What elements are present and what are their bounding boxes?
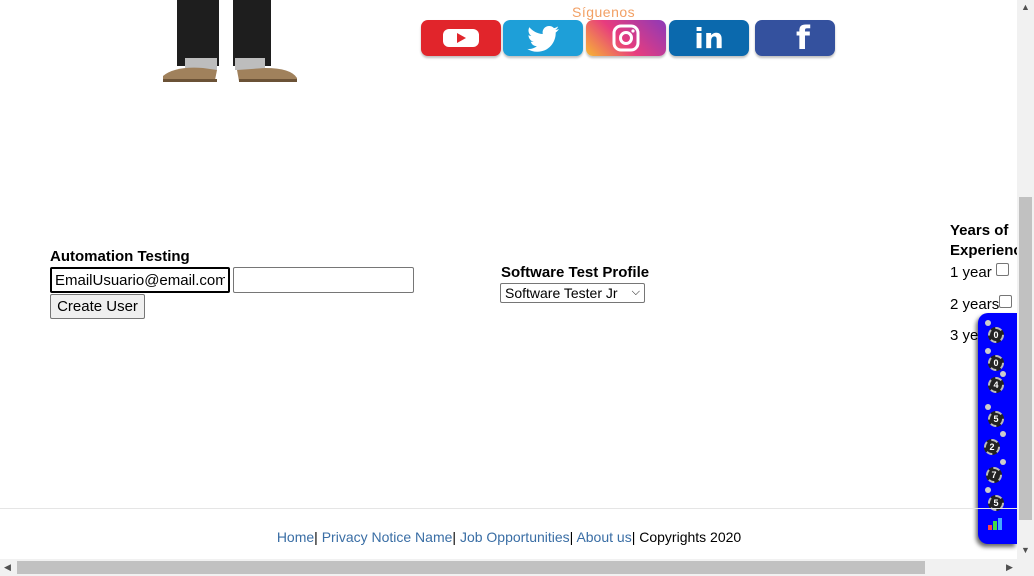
year-option-2-label: 2 years — [950, 296, 1000, 313]
counter-dot — [985, 487, 991, 493]
linkedin-icon[interactable]: in — [669, 20, 749, 56]
youtube-icon[interactable] — [421, 20, 501, 56]
twitter-icon[interactable] — [503, 20, 583, 56]
footer-link-about[interactable]: About us — [576, 529, 631, 545]
footer-link-privacy[interactable]: Privacy Notice Name — [322, 529, 453, 545]
follow-us-label: Síguenos — [572, 4, 636, 20]
scroll-up-icon[interactable]: ▲ — [1021, 2, 1030, 12]
year-option-3-label: 3 ye — [950, 327, 979, 344]
profile-select[interactable]: Software Tester Jr ⌵ — [500, 283, 645, 303]
year-2-checkbox[interactable] — [999, 295, 1013, 308]
footer-separator: | — [569, 529, 574, 545]
year-1-checkbox[interactable] — [995, 263, 1009, 276]
counter-dot — [985, 320, 991, 326]
counter-gear-icon: 4 — [988, 377, 1004, 393]
scroll-right-icon[interactable]: ▶ — [1006, 562, 1013, 573]
create-user-button[interactable]: Create User — [50, 294, 145, 319]
software-test-profile-title: Software Test Profile — [501, 264, 650, 281]
counter-dot — [985, 404, 991, 410]
scroll-down-icon[interactable]: ▼ — [1021, 545, 1030, 555]
facebook-text: f — [796, 19, 810, 57]
instagram-icon[interactable] — [586, 20, 666, 56]
footer-separator: | — [314, 529, 318, 545]
year-option-1-label: 1 year — [950, 264, 992, 281]
counter-dot — [1000, 431, 1006, 437]
footer-separator: | — [452, 529, 457, 545]
counter-gear-icon: 0 — [988, 355, 1004, 371]
email-input[interactable] — [50, 267, 230, 293]
counter-dot — [985, 348, 991, 354]
footer-divider — [0, 508, 1018, 509]
counter-dot — [1000, 371, 1006, 377]
horizontal-scroll-thumb[interactable] — [17, 561, 925, 574]
counter-dot — [1000, 459, 1006, 465]
footer-copyright: Copyrights 2020 — [639, 529, 742, 545]
year-option-2: 2 years — [950, 295, 1013, 313]
linkedin-text: in — [694, 21, 724, 55]
year-option-1: 1 year — [950, 263, 1009, 281]
counter-gear-icon: 7 — [986, 467, 1002, 483]
visitor-counter-widget[interactable]: 0 0 4 5 2 7 5 — [978, 313, 1017, 544]
profile-select-value: Software Tester Jr — [505, 285, 618, 301]
footer-link-home[interactable]: Home — [277, 529, 314, 545]
facebook-icon[interactable]: f — [755, 19, 835, 57]
counter-gear-icon: 2 — [984, 439, 1000, 455]
counter-gear-icon: 0 — [988, 327, 1004, 343]
footer: Home| Privacy Notice Name| Job Opportuni… — [0, 529, 1018, 545]
scroll-left-icon[interactable]: ◀ — [4, 562, 11, 573]
footer-link-jobs[interactable]: Job Opportunities — [460, 529, 570, 545]
year-option-3: 3 ye — [950, 327, 978, 344]
person-illustration — [163, 0, 297, 82]
vertical-scroll-thumb[interactable] — [1019, 197, 1032, 520]
chevron-down-icon: ⌵ — [631, 286, 640, 298]
automation-testing-title: Automation Testing — [50, 248, 190, 265]
counter-gear-icon: 5 — [988, 411, 1004, 427]
footer-separator: | — [631, 529, 636, 545]
password-input[interactable] — [233, 267, 414, 293]
